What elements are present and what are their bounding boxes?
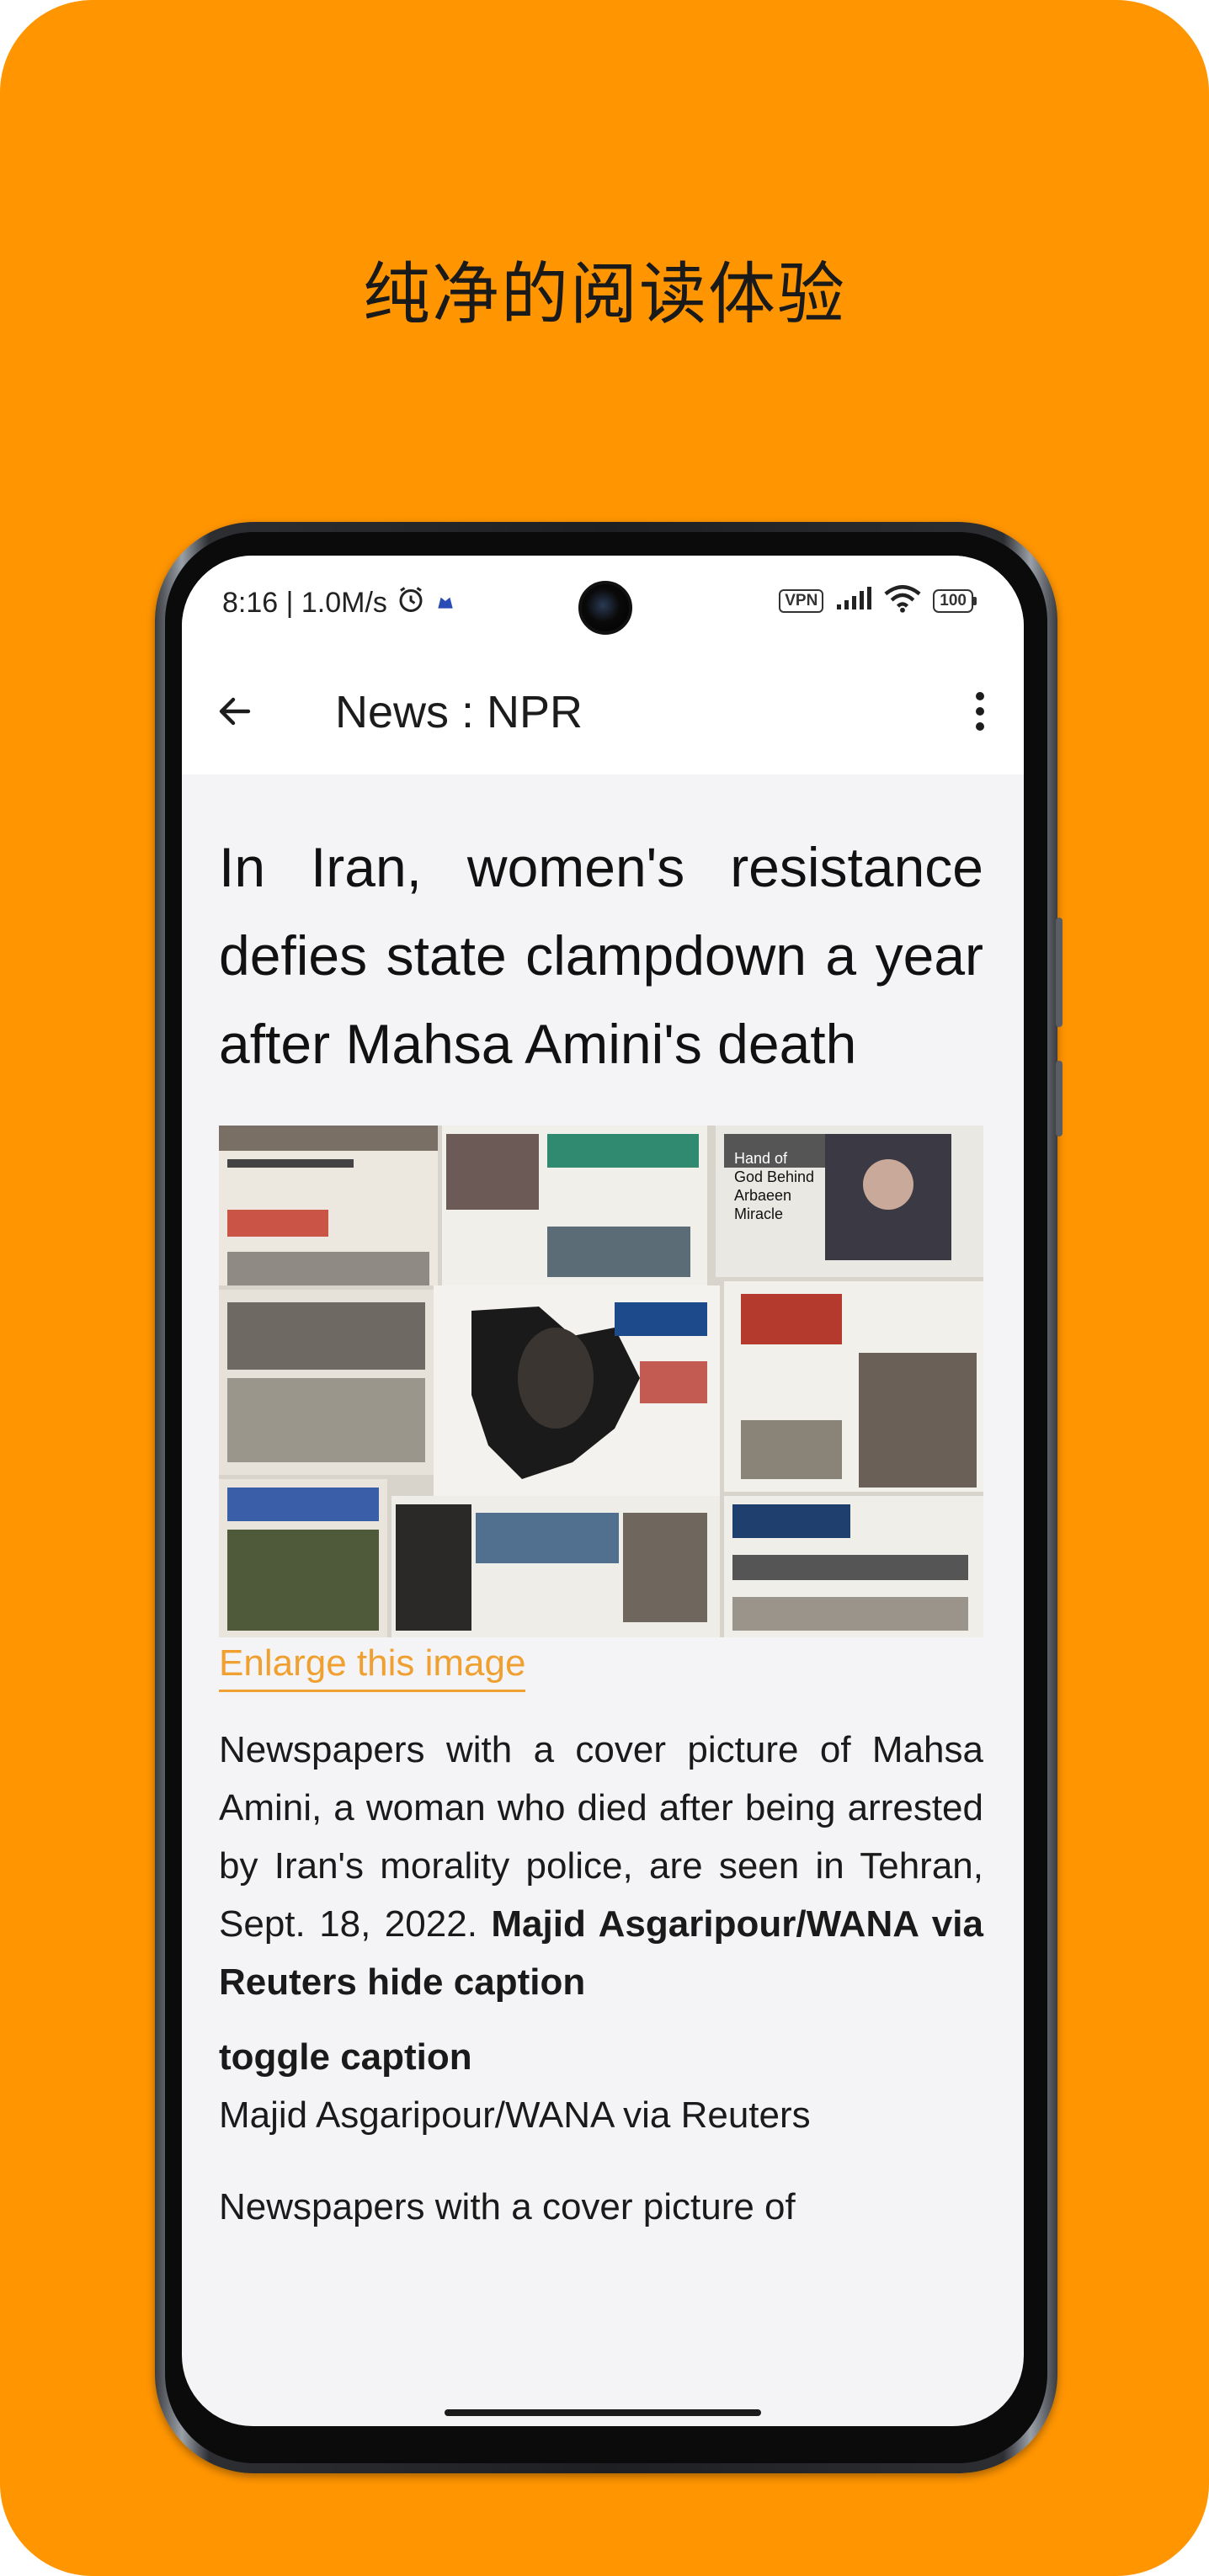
image-newspaper-text: Arbaeen	[734, 1187, 791, 1204]
more-vertical-icon	[976, 692, 984, 731]
status-left: 8:16 | 1.0M/s	[222, 584, 456, 622]
app-bar-title: News : NPR	[335, 687, 583, 737]
image-newspaper-text: Hand of	[734, 1150, 788, 1167]
phone-screen: 8:16 | 1.0M/s VPN 100 News: NPR In Iran…	[182, 556, 1024, 2426]
image-newspaper-text: Miracle	[734, 1206, 783, 1222]
image-caption: Newspapers with a cover picture of Mahsa…	[219, 1721, 983, 2011]
alarm-icon	[396, 584, 426, 622]
vpn-icon: VPN	[779, 588, 824, 613]
home-indicator[interactable]	[445, 2409, 761, 2416]
front-camera	[578, 581, 632, 635]
battery-tip	[973, 596, 977, 605]
promo-title: 纯净的阅读体验	[363, 255, 846, 333]
wifi-icon	[884, 584, 921, 617]
toggle-caption-button[interactable]: toggle caption	[219, 2028, 983, 2086]
status-bar: 8:16 | 1.0M/s VPN 100	[182, 556, 1024, 648]
battery-level: 100	[933, 588, 973, 613]
notification-app-icon	[434, 587, 456, 620]
image-newspaper-text: God Behind	[734, 1168, 814, 1185]
status-time-speed: 8:16 | 1.0M/s	[222, 587, 387, 619]
article-body-paragraph: Newspapers with a cover picture of	[219, 2186, 796, 2227]
hide-caption-link[interactable]: hide caption	[367, 1961, 585, 2003]
signal-icon	[835, 586, 872, 615]
arrow-left-icon	[219, 697, 251, 726]
article-image[interactable]: Hand of God Behind Arbaeen Miracle	[219, 1126, 983, 1637]
status-right: VPN 100	[779, 584, 977, 617]
image-credit: Majid Asgaripour/WANA via Reuters	[219, 2094, 811, 2136]
power-button	[1056, 1061, 1063, 1136]
volume-button	[1056, 918, 1063, 1027]
article-headline: In Iran, women's resistance defies state…	[219, 836, 983, 1075]
battery-icon: 100	[933, 588, 977, 613]
newspapers-illustration: Hand of God Behind Arbaeen Miracle	[219, 1126, 983, 1637]
more-options-button[interactable]	[955, 682, 1005, 741]
article-content: In Iran, women's resistance defies state…	[219, 774, 983, 2236]
app-bar: News : NPR	[182, 648, 1024, 774]
enlarge-image-link[interactable]: Enlarge this image	[219, 1642, 526, 1692]
back-button[interactable]	[205, 682, 264, 741]
